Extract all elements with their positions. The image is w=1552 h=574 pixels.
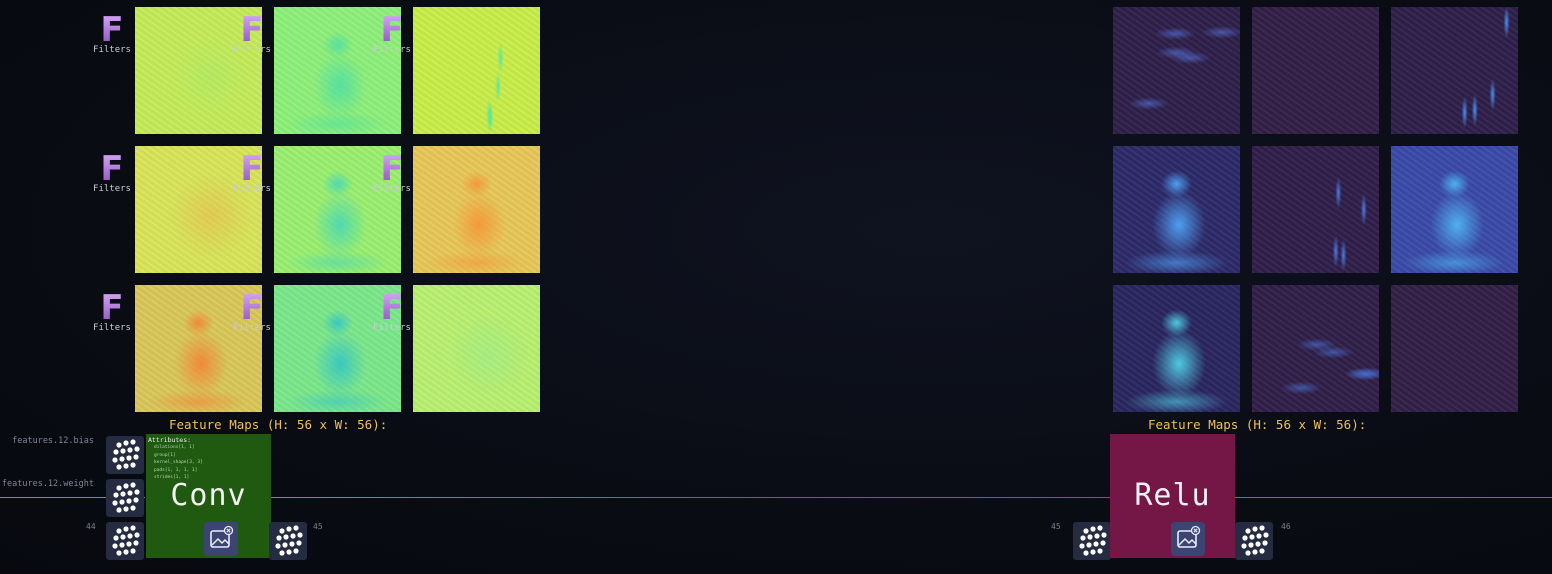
relu-feature-map[interactable] <box>1391 285 1518 412</box>
filter-label: Filters <box>93 45 131 55</box>
relu-output-index-label: 46 <box>1281 522 1291 531</box>
filter-letter: F <box>90 291 134 325</box>
filter-label: Filters <box>93 184 131 194</box>
filter-letter: F <box>230 13 274 47</box>
filter-label: Filters <box>373 184 411 194</box>
weight-dots-grid-icon[interactable] <box>106 479 144 517</box>
filter-label: Filters <box>93 323 131 333</box>
relu-feature-map[interactable] <box>1391 146 1518 273</box>
filter-letter: F <box>230 152 274 186</box>
relu-feature-map[interactable] <box>1391 7 1518 134</box>
filter-icon[interactable]: F Filters <box>370 13 414 55</box>
relu-feature-map[interactable] <box>1113 7 1240 134</box>
relu-feature-map[interactable] <box>1113 146 1240 273</box>
attribute-item: pads[1, 1, 1, 1] <box>154 467 198 473</box>
attribute-item: dilations[1, 1] <box>154 445 195 450</box>
relu-input-dots-grid-icon[interactable] <box>1073 522 1111 560</box>
relu-feature-map-grid <box>1113 7 1518 412</box>
relu-input-index-label: 45 <box>1051 522 1061 531</box>
relu-feature-map[interactable] <box>1252 146 1379 273</box>
input-dots-grid-icon[interactable] <box>106 522 144 560</box>
output-index-label: 45 <box>313 522 323 531</box>
conv-feature-map[interactable] <box>413 146 540 273</box>
conv-feature-map-grid <box>135 7 540 412</box>
filter-icon[interactable]: F Filters <box>230 13 274 55</box>
edge-line-right <box>1234 497 1552 498</box>
relu-node[interactable]: Relu <box>1110 434 1235 558</box>
filter-letter: F <box>370 152 414 186</box>
filter-icon[interactable]: F Filters <box>370 291 414 333</box>
relu-output-dots-grid-icon[interactable] <box>1235 522 1273 560</box>
filter-label: Filters <box>373 323 411 333</box>
filter-label: Filters <box>233 45 271 55</box>
relu-feature-maps-title: Feature Maps (H: 56 x W: 56): <box>1148 417 1367 432</box>
bias-dots-grid-icon[interactable] <box>106 436 144 474</box>
conv-feature-map[interactable] <box>413 7 540 134</box>
conv-node-label: Conv <box>170 478 247 513</box>
relu-feature-map[interactable] <box>1252 7 1379 134</box>
filter-letter: F <box>90 152 134 186</box>
conv-feature-map[interactable] <box>413 285 540 412</box>
filter-icon[interactable]: F Filters <box>230 291 274 333</box>
filter-icon[interactable]: F Filters <box>90 13 134 55</box>
conv-attributes: Attributes: dilations[1, 1] group[1] ker… <box>148 436 203 482</box>
filter-letter: F <box>230 291 274 325</box>
attribute-item: kernel_shape[3, 3] <box>154 460 203 465</box>
filter-icon[interactable]: F Filters <box>90 291 134 333</box>
input-index-label: 44 <box>86 522 96 531</box>
conv-image-icon[interactable] <box>204 522 238 556</box>
relu-image-icon[interactable] <box>1171 522 1205 556</box>
filter-letter: F <box>90 13 134 47</box>
param-label-weight: features.12.weight <box>1 479 94 489</box>
param-label-bias: features.12.bias <box>12 436 94 446</box>
filter-icon[interactable]: F Filters <box>90 152 134 194</box>
filter-label: Filters <box>233 184 271 194</box>
filter-icon[interactable]: F Filters <box>370 152 414 194</box>
attributes-title: Attributes: <box>148 436 192 444</box>
conv-node[interactable]: Attributes: dilations[1, 1] group[1] ker… <box>146 434 271 558</box>
relu-feature-map[interactable] <box>1113 285 1240 412</box>
filter-icon[interactable]: F Filters <box>230 152 274 194</box>
relu-node-label: Relu <box>1134 478 1211 513</box>
filter-label: Filters <box>233 323 271 333</box>
attribute-item: group[1] <box>154 452 176 458</box>
output-dots-grid-icon[interactable] <box>269 522 307 560</box>
filter-letter: F <box>370 13 414 47</box>
edge-line-middle <box>270 497 1110 498</box>
filter-letter: F <box>370 291 414 325</box>
relu-feature-map[interactable] <box>1252 285 1379 412</box>
filter-label: Filters <box>373 45 411 55</box>
conv-feature-maps-title: Feature Maps (H: 56 x W: 56): <box>169 417 388 432</box>
